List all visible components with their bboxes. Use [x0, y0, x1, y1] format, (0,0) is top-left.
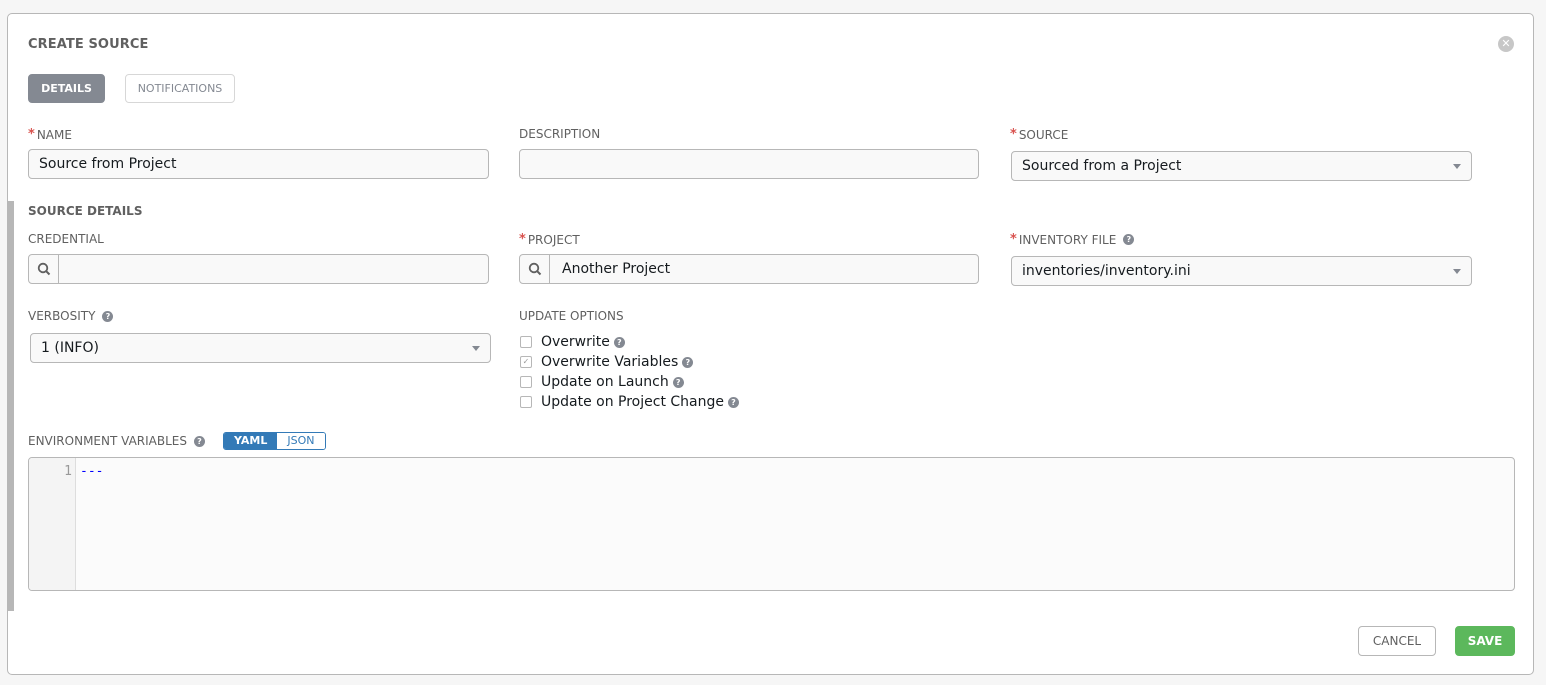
update-options-label-text: UPDATE OPTIONS	[519, 309, 624, 323]
environment-variables-label: ENVIRONMENT VARIABLES ?	[28, 434, 205, 448]
checkbox-update-on-project-change[interactable]: Update on Project Change ?	[519, 392, 739, 412]
verbosity-select[interactable]: 1 (INFO)	[30, 333, 491, 363]
update-options-list: Overwrite ? ✓ Overwrite Variables ? Upda…	[519, 332, 739, 412]
help-icon[interactable]: ?	[682, 356, 694, 368]
inventory-file-label: * INVENTORY FILE ?	[1010, 232, 1135, 247]
update-options-label: UPDATE OPTIONS	[519, 309, 624, 323]
project-label: * PROJECT	[519, 232, 580, 247]
credential-label: CREDENTIAL	[28, 232, 104, 246]
checkbox-update-on-launch[interactable]: Update on Launch ?	[519, 372, 739, 392]
inventory-file-value: inventories/inventory.ini	[1022, 263, 1191, 279]
project-input[interactable]: Another Project	[550, 255, 978, 283]
chevron-down-icon	[1453, 164, 1461, 169]
source-label-text: SOURCE	[1018, 127, 1069, 142]
checkbox-label: Overwrite	[541, 334, 610, 350]
checkbox-overwrite[interactable]: Overwrite ?	[519, 332, 739, 352]
help-icon[interactable]: ?	[672, 376, 684, 388]
verbosity-label: VERBOSITY ?	[28, 309, 114, 323]
required-asterisk: *	[28, 127, 35, 142]
toggle-yaml[interactable]: YAML	[224, 433, 278, 449]
section-indicator-bar	[8, 201, 14, 611]
name-label: * NAME	[28, 127, 72, 142]
toggle-json[interactable]: JSON	[277, 433, 325, 449]
checkbox-label: Overwrite Variables	[541, 354, 679, 370]
format-toggle: YAML JSON	[223, 432, 326, 450]
help-icon[interactable]: ?	[613, 336, 625, 348]
project-label-text: PROJECT	[527, 232, 580, 247]
help-icon[interactable]: ?	[1123, 234, 1135, 245]
line-number-gutter: 1	[29, 458, 76, 590]
required-asterisk: *	[519, 232, 526, 247]
checkbox-label: Update on Launch	[541, 374, 669, 390]
credential-lookup[interactable]	[28, 254, 489, 284]
section-heading-source-details: SOURCE DETAILS	[28, 204, 143, 218]
chevron-down-icon	[1453, 269, 1461, 274]
cancel-button[interactable]: CANCEL	[1358, 626, 1436, 656]
line-number: 1	[64, 464, 72, 479]
project-search-button[interactable]	[520, 255, 550, 283]
checkbox-overwrite-variables[interactable]: ✓ Overwrite Variables ?	[519, 352, 739, 372]
source-select[interactable]: Sourced from a Project	[1011, 151, 1472, 181]
checkbox[interactable]	[520, 376, 532, 388]
search-icon	[528, 262, 541, 276]
close-icon[interactable]: ✕	[1498, 36, 1514, 52]
description-label: DESCRIPTION	[519, 127, 600, 141]
name-input[interactable]: Source from Project	[28, 149, 489, 179]
description-label-text: DESCRIPTION	[519, 127, 601, 141]
help-icon[interactable]: ?	[193, 435, 205, 447]
page-title: CREATE SOURCE	[28, 37, 149, 52]
credential-label-text: CREDENTIAL	[28, 232, 104, 246]
tab-details[interactable]: DETAILS	[28, 74, 105, 103]
help-icon[interactable]: ?	[728, 396, 739, 408]
name-label-text: NAME	[36, 127, 72, 142]
source-select-value: Sourced from a Project	[1022, 158, 1182, 174]
search-icon	[37, 262, 50, 276]
inventory-file-select[interactable]: inventories/inventory.ini	[1011, 256, 1472, 286]
credential-search-button[interactable]	[29, 255, 59, 283]
tab-notifications[interactable]: NOTIFICATIONS	[125, 74, 235, 103]
required-asterisk: *	[1010, 127, 1017, 142]
checkbox-checked[interactable]: ✓	[520, 356, 532, 368]
checkbox[interactable]	[520, 396, 532, 408]
code-line[interactable]: ---	[80, 464, 103, 479]
checkbox[interactable]	[520, 336, 532, 348]
checkbox-label: Update on Project Change	[541, 394, 724, 410]
environment-variables-label-text: ENVIRONMENT VARIABLES	[28, 434, 187, 448]
help-icon[interactable]: ?	[102, 310, 114, 322]
verbosity-value: 1 (INFO)	[41, 340, 99, 356]
required-asterisk: *	[1010, 232, 1017, 247]
description-input[interactable]	[519, 149, 979, 179]
create-source-panel: CREATE SOURCE ✕ DETAILS NOTIFICATIONS * …	[7, 13, 1534, 675]
source-label: * SOURCE	[1010, 127, 1068, 142]
chevron-down-icon	[472, 346, 480, 351]
inventory-file-label-text: INVENTORY FILE	[1018, 232, 1117, 247]
environment-variables-editor[interactable]: 1 ---	[28, 457, 1515, 591]
credential-input[interactable]	[59, 255, 488, 283]
project-lookup[interactable]: Another Project	[519, 254, 979, 284]
save-button[interactable]: SAVE	[1455, 626, 1515, 656]
verbosity-label-text: VERBOSITY	[28, 309, 96, 323]
